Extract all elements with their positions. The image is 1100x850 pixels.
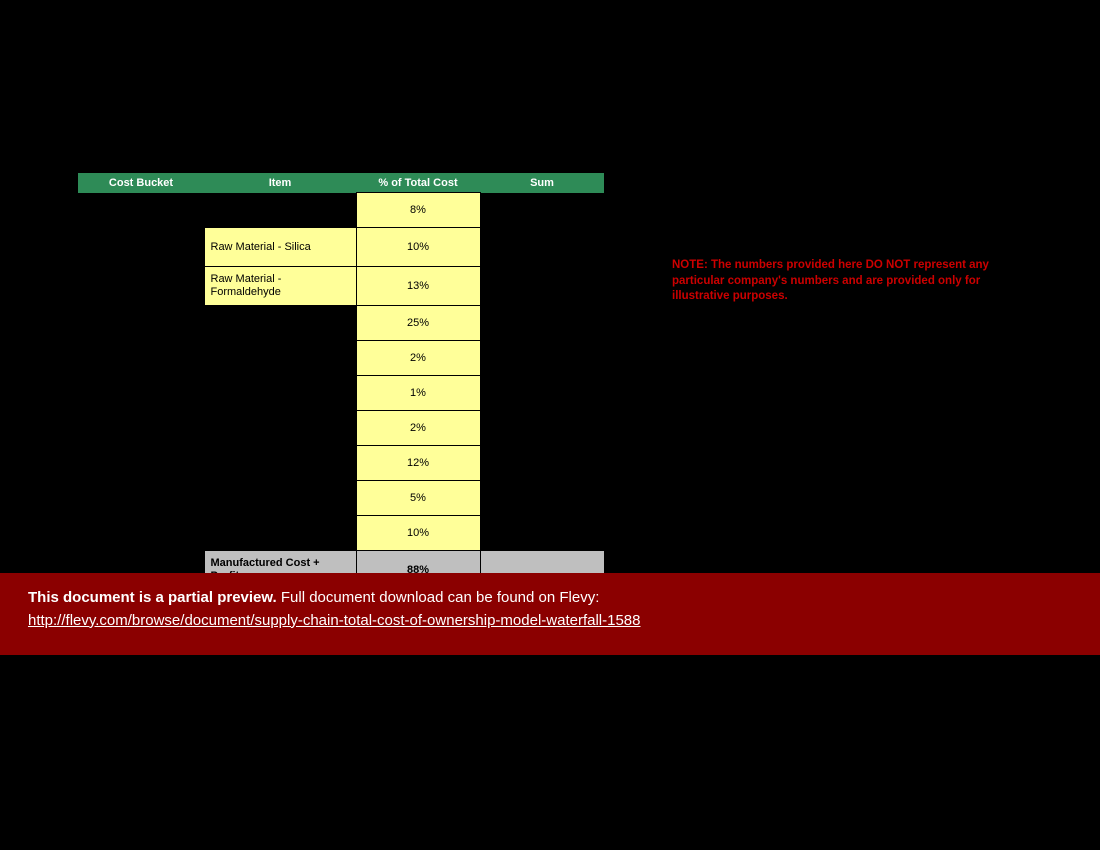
cell-sum [480, 306, 604, 341]
table-header-row: Cost Bucket Item % of Total Cost Sum [78, 173, 604, 193]
cell-sum [480, 193, 604, 228]
cell-item [204, 376, 356, 411]
col-pct: % of Total Cost [356, 173, 480, 193]
cell-cost-bucket [78, 267, 204, 306]
cell-cost-bucket [78, 228, 204, 267]
cell-pct: 2% [356, 411, 480, 446]
cell-pct: 5% [356, 481, 480, 516]
table-row: 5% [78, 481, 604, 516]
cell-pct: 13% [356, 267, 480, 306]
cell-sum [480, 228, 604, 267]
col-sum: Sum [480, 173, 604, 193]
cell-item: Raw Material - Silica [204, 228, 356, 267]
table-row: 10% [78, 516, 604, 551]
cell-pct: 10% [356, 228, 480, 267]
banner-rest: Full document download can be found on F… [277, 589, 600, 606]
cell-pct: 25% [356, 306, 480, 341]
table-row: 12% [78, 446, 604, 481]
page: Cost Bucket Item % of Total Cost Sum 8%R… [0, 0, 1100, 850]
note-text: NOTE: The numbers provided here DO NOT r… [672, 258, 1032, 305]
col-item: Item [204, 173, 356, 193]
cell-pct: 10% [356, 516, 480, 551]
table-row: 2% [78, 411, 604, 446]
cell-sum [480, 481, 604, 516]
cell-sum [480, 446, 604, 481]
table-row: 2% [78, 341, 604, 376]
cell-item [204, 411, 356, 446]
cell-item [204, 341, 356, 376]
cell-pct: 8% [356, 193, 480, 228]
cell-cost-bucket [78, 376, 204, 411]
cell-sum [480, 341, 604, 376]
cell-item [204, 193, 356, 228]
cell-pct: 12% [356, 446, 480, 481]
cell-sum [480, 267, 604, 306]
cost-table: Cost Bucket Item % of Total Cost Sum 8%R… [78, 173, 605, 590]
banner-link[interactable]: http://flevy.com/browse/document/supply-… [28, 612, 641, 629]
table-row: Raw Material - Formaldehyde13% [78, 267, 604, 306]
table-row: 25% [78, 306, 604, 341]
cell-sum [480, 376, 604, 411]
cell-cost-bucket [78, 481, 204, 516]
cell-cost-bucket [78, 516, 204, 551]
table-row: 8% [78, 193, 604, 228]
cell-sum [480, 516, 604, 551]
cell-item [204, 306, 356, 341]
cell-item [204, 481, 356, 516]
banner-bold: This document is a partial preview. [28, 589, 277, 606]
col-cost-bucket: Cost Bucket [78, 173, 204, 193]
table-row: 1% [78, 376, 604, 411]
cell-cost-bucket [78, 306, 204, 341]
cell-cost-bucket [78, 446, 204, 481]
cell-item [204, 446, 356, 481]
cell-item: Raw Material - Formaldehyde [204, 267, 356, 306]
cell-cost-bucket [78, 193, 204, 228]
preview-banner: This document is a partial preview. Full… [0, 573, 1100, 655]
cell-cost-bucket [78, 411, 204, 446]
cell-pct: 1% [356, 376, 480, 411]
cell-item [204, 516, 356, 551]
cell-pct: 2% [356, 341, 480, 376]
cell-sum [480, 411, 604, 446]
cell-cost-bucket [78, 341, 204, 376]
table-row: Raw Material - Silica10% [78, 228, 604, 267]
